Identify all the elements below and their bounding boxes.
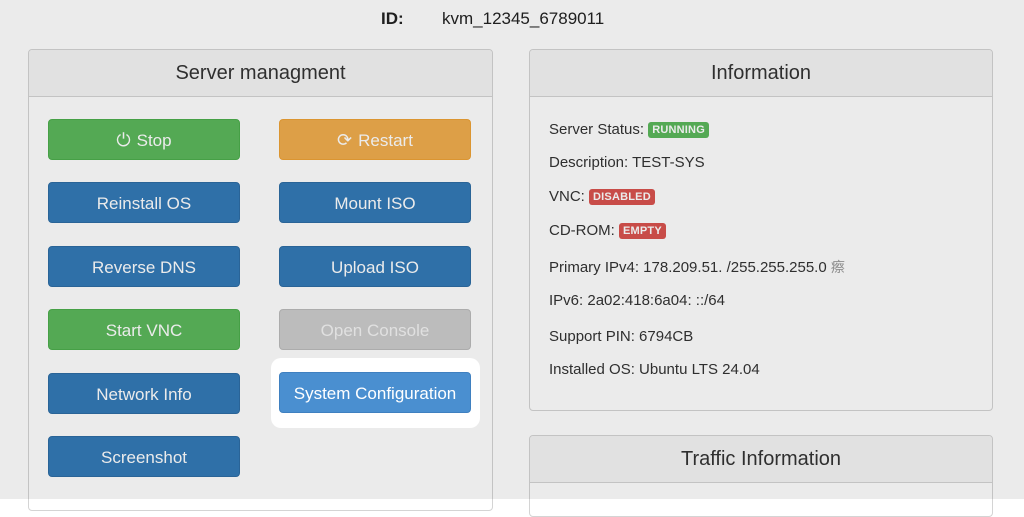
status-badge: RUNNING xyxy=(648,122,709,138)
ipv6-line: IPv6: 2a02:418:6a04: ::/64 xyxy=(549,292,725,309)
cdrom-line: CD-ROM: EMPTY xyxy=(549,222,666,239)
screenshot-button[interactable]: Screenshot xyxy=(48,436,240,477)
stop-label: Stop xyxy=(136,131,172,150)
upload-iso-button[interactable]: Upload ISO xyxy=(279,246,471,287)
primary-ipv4: Primary IPv4: 178.209.51. /255.255.255.0 xyxy=(549,259,827,276)
cdrom-badge: EMPTY xyxy=(619,223,666,239)
server-management-panel: Server managment ⏻ Stop ⟳ Restart Reinstal… xyxy=(28,49,493,511)
restart-label: Restart xyxy=(358,131,413,150)
information-panel: Information Server Status: RUNNING Descr… xyxy=(529,49,993,411)
vnc-line: VNC: DISABLED xyxy=(549,188,655,205)
vnc-label: VNC: xyxy=(549,188,585,205)
power-icon: ⏻ xyxy=(116,130,131,150)
id-row: ID: kvm_12345_6789011 xyxy=(0,8,1024,32)
reinstall-os-button[interactable]: Reinstall OS xyxy=(48,182,240,223)
open-console-button: Open Console xyxy=(279,309,471,350)
installed-os-line: Installed OS: Ubuntu LTS 24.04 xyxy=(549,361,760,378)
start-vnc-button[interactable]: Start VNC xyxy=(48,309,240,350)
id-label: ID: xyxy=(381,9,404,28)
highlight-frame: System Configuration xyxy=(271,358,480,428)
mount-iso-button[interactable]: Mount ISO xyxy=(279,182,471,223)
network-info-button[interactable]: Network Info xyxy=(48,373,240,414)
server-status-label: Server Status: xyxy=(549,121,645,138)
page: ID: kvm_12345_6789011 Server managment ⏻… xyxy=(0,0,1024,517)
information-title: Information xyxy=(530,50,992,97)
description-line: Description: TEST-SYS xyxy=(549,154,705,171)
reverse-dns-button[interactable]: Reverse DNS xyxy=(48,246,240,287)
server-status-line: Server Status: RUNNING xyxy=(549,121,709,138)
system-configuration-button[interactable]: System Configuration xyxy=(279,372,471,413)
id-value: kvm_12345_6789011 xyxy=(442,9,605,28)
primary-ipv4-line: Primary IPv4: 178.209.51. /255.255.255.0… xyxy=(549,257,845,277)
server-management-title: Server managment xyxy=(29,50,492,97)
restart-button[interactable]: ⟳ Restart xyxy=(279,119,471,160)
traffic-panel: Traffic Information xyxy=(529,435,993,517)
refresh-icon: ⟳ xyxy=(337,130,353,150)
ipv4-edit-icon[interactable]: 瘵 xyxy=(831,259,845,275)
traffic-title: Traffic Information xyxy=(530,436,992,483)
stop-button[interactable]: ⏻ Stop xyxy=(48,119,240,160)
support-pin-line: Support PIN: 6794CB xyxy=(549,328,694,345)
vnc-badge: DISABLED xyxy=(589,189,655,205)
cdrom-label: CD-ROM: xyxy=(549,222,615,239)
